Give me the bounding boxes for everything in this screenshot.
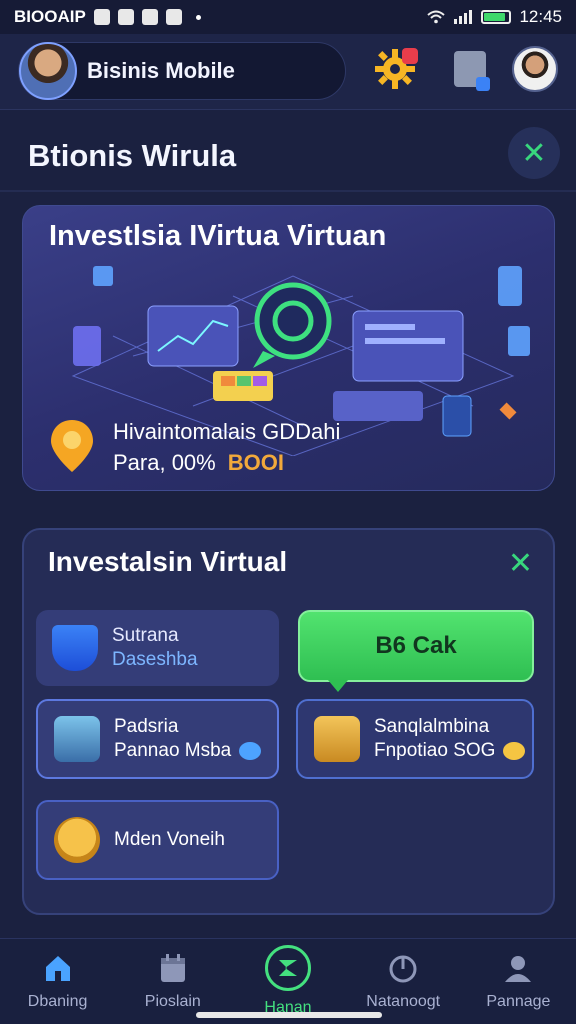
tile-line2: Pannao Msba (114, 740, 232, 761)
tile-mden[interactable]: Mden Voneih (36, 800, 279, 880)
tile-line2: Daseshba (112, 649, 198, 670)
power-icon (386, 951, 420, 985)
tile-line1: Padsria (114, 716, 179, 737)
hero-percent: Para, 00% (113, 450, 216, 475)
battery-icon (481, 10, 512, 24)
document-icon[interactable] (447, 46, 493, 92)
tile-sanqlalmbina[interactable]: Sanqlalmbina Fnpotiao SOG (296, 699, 534, 779)
status-bar: BIOOAIP 12:45 (0, 0, 576, 34)
tile-text: Padsria Pannao Msba (114, 715, 262, 763)
carrier-label: BIOOAIP (14, 7, 86, 26)
chest-icon (54, 716, 100, 762)
hero-card[interactable]: Investlsia IVirtua Virtuan Hivaintomalai… (22, 205, 555, 491)
tile-line2-row: Pannao Msba (114, 739, 262, 763)
clock: 12:45 (519, 7, 562, 26)
user-icon (501, 951, 535, 985)
home-indicator[interactable] (196, 1012, 382, 1018)
dollar-coin-icon (54, 817, 100, 863)
status-left: BIOOAIP (14, 7, 201, 27)
coin-icon (239, 741, 262, 760)
wifi-icon (427, 10, 446, 24)
tile-line2: Fnpotiao SOG (374, 740, 496, 761)
tile-text: Sanqlalmbina Fnpotiao SOG (374, 715, 526, 763)
notification-icon (165, 9, 182, 25)
nav-item-profile[interactable]: Pannage (461, 939, 576, 1024)
cta-button[interactable]: B6 Cak (298, 610, 534, 692)
exchange-icon (265, 945, 311, 991)
smile-icon (503, 741, 526, 760)
user-avatar-icon[interactable] (512, 46, 558, 92)
notification-icon (117, 9, 134, 25)
notification-icon (141, 9, 158, 25)
close-icon: ✕ (521, 136, 547, 170)
divider (0, 190, 576, 192)
calendar-icon (156, 951, 190, 985)
tile-line2-row: Fnpotiao SOG (374, 739, 526, 763)
app-header: Bisinis Mobile (0, 34, 576, 110)
tile-sutrana[interactable]: Sutrana Daseshba (36, 610, 279, 686)
tile-line1: Mden Voneih (114, 829, 225, 850)
close-button[interactable]: ✕ (508, 127, 560, 179)
shield-icon (52, 625, 98, 671)
tile-text: Mden Voneih (114, 828, 225, 852)
notification-badge (402, 48, 418, 64)
profile-pill[interactable]: Bisinis Mobile (18, 42, 346, 100)
signal-icon (454, 10, 473, 24)
box-icon (314, 716, 360, 762)
hero-amount: BOOI (227, 450, 284, 475)
more-dot-icon (195, 14, 201, 20)
nav-item-home[interactable]: Dbaning (0, 939, 115, 1024)
gear-icon[interactable] (372, 46, 418, 92)
status-right: 12:45 (427, 7, 562, 27)
nav-label: Dbaning (27, 993, 88, 1010)
close-icon: ✕ (507, 547, 533, 580)
hero-title: Investlsia IVirtua Virtuan (49, 220, 387, 252)
home-icon (41, 951, 75, 985)
section-title: Btionis Wirula (28, 138, 237, 173)
app-name: Bisinis Mobile (87, 58, 235, 83)
hero-detail: Para, 00% BOOI (113, 450, 284, 476)
hero-subtitle: Hivaintomalais GDDahi (113, 419, 341, 444)
nav-label: Pioslain (144, 993, 201, 1010)
panel-close-button[interactable]: ✕ (508, 546, 533, 581)
tile-line1: Sutrana (112, 625, 179, 646)
notification-icon (93, 9, 110, 25)
nav-label: Pannage (486, 993, 551, 1010)
avatar[interactable] (19, 42, 77, 100)
tile-text: Sutrana Daseshba (112, 624, 198, 672)
tile-padsria[interactable]: Padsria Pannao Msba (36, 699, 279, 779)
nav-label: Natanoogt (366, 993, 441, 1010)
panel-title: Investalsin Virtual (48, 546, 288, 577)
location-pin-icon (51, 420, 93, 472)
tile-line1: Sanqlalmbina (374, 716, 490, 737)
